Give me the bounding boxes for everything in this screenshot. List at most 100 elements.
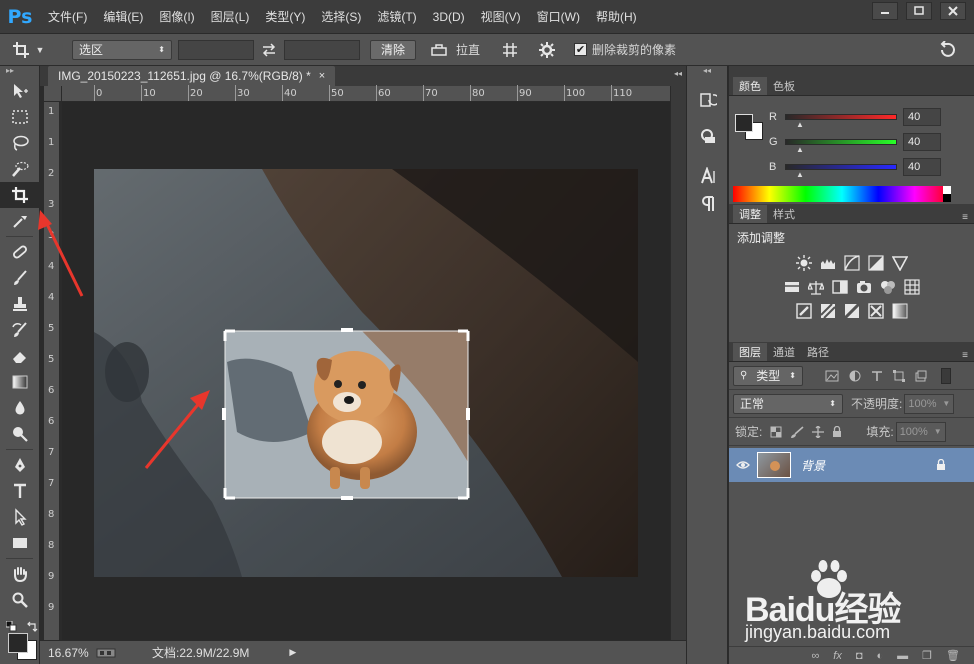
tool-preset-picker[interactable]: ▼	[0, 41, 56, 59]
menu-item[interactable]: 文件(F)	[40, 0, 95, 34]
tab-channels[interactable]: 通道	[767, 343, 801, 361]
green-value[interactable]: 40	[903, 132, 941, 151]
collapse-toolbar-icon[interactable]: ▸▸	[0, 66, 39, 78]
new-group-icon[interactable]: ▬	[897, 650, 908, 662]
tab-layers[interactable]: 图层	[733, 343, 767, 361]
blue-value[interactable]: 40	[903, 157, 941, 176]
shape-filter-icon[interactable]	[893, 369, 905, 382]
selective-color-icon[interactable]	[867, 302, 885, 320]
foreground-color-swatch[interactable]	[8, 633, 28, 653]
tab-close-icon[interactable]: ×	[319, 70, 325, 82]
quick-selection-tool[interactable]	[0, 156, 40, 182]
tab-styles[interactable]: 样式	[767, 205, 801, 223]
lasso-tool[interactable]	[0, 130, 40, 156]
lock-all-icon[interactable]	[832, 425, 842, 438]
tab-swatches[interactable]: 色板	[767, 77, 801, 95]
gradient-tool[interactable]	[0, 369, 40, 395]
exposure-icon[interactable]	[867, 254, 885, 272]
green-slider[interactable]: ▲	[785, 138, 897, 154]
status-info-icon[interactable]	[96, 647, 116, 659]
swap-colors-icon[interactable]	[26, 621, 38, 633]
history-panel-button[interactable]	[687, 86, 729, 114]
lock-transparency-icon[interactable]	[770, 426, 782, 438]
color-balance-icon[interactable]	[807, 278, 825, 296]
link-layers-icon[interactable]: ∞	[811, 650, 819, 662]
layer-filter-select[interactable]: ⚲ 类型 ⬍	[733, 365, 803, 386]
menu-item[interactable]: 选择(S)	[313, 0, 369, 34]
mask-icon[interactable]: ◘	[856, 650, 863, 662]
curves-icon[interactable]	[843, 254, 861, 272]
character-panel-button[interactable]	[687, 162, 729, 190]
properties-panel-button[interactable]	[687, 122, 729, 150]
blue-slider-row[interactable]: B ▲ 40	[729, 154, 974, 179]
posterize-icon[interactable]	[819, 302, 837, 320]
lock-position-icon[interactable]	[812, 425, 825, 438]
overlay-options-button[interactable]	[490, 42, 530, 58]
menu-item[interactable]: 类型(Y)	[257, 0, 313, 34]
menu-item[interactable]: 图像(I)	[151, 0, 202, 34]
swap-dimensions-button[interactable]	[254, 42, 284, 57]
menu-item[interactable]: 帮助(H)	[588, 0, 645, 34]
crop-height-field[interactable]	[284, 39, 360, 60]
menu-item[interactable]: 编辑(E)	[95, 0, 151, 34]
crop-ratio-select[interactable]: 选区 ⬍	[72, 39, 172, 60]
new-layer-icon[interactable]: ❐	[922, 649, 932, 662]
status-menu-arrow-icon[interactable]: ▶	[289, 647, 296, 658]
gradient-map-icon[interactable]	[891, 302, 909, 320]
minimize-button[interactable]	[872, 2, 898, 20]
fill-field[interactable]: 100% ▼	[895, 421, 946, 442]
document-canvas[interactable]	[62, 102, 670, 640]
red-slider[interactable]: ▲	[785, 113, 897, 129]
adjust-panel-menu-icon[interactable]: ≡	[962, 212, 968, 223]
black-white-icon[interactable]	[831, 278, 849, 296]
zoom-tool[interactable]	[0, 587, 40, 613]
color-spectrum-bar[interactable]	[733, 186, 951, 202]
history-brush-tool[interactable]	[0, 317, 40, 343]
opacity-dropdown-icon[interactable]: ▼	[942, 399, 950, 408]
path-selection-tool[interactable]	[0, 504, 40, 530]
filter-toggle[interactable]	[941, 367, 951, 384]
menu-item[interactable]: 滤镜(T)	[369, 0, 424, 34]
tab-color[interactable]: 颜色	[733, 77, 767, 95]
close-button[interactable]	[940, 2, 966, 20]
eraser-tool[interactable]	[0, 343, 40, 369]
opacity-field[interactable]: 100% ▼	[904, 393, 955, 414]
blur-tool[interactable]	[0, 395, 40, 421]
smart-object-filter-icon[interactable]	[915, 370, 927, 382]
layer-row-background[interactable]: 背景	[729, 448, 974, 482]
document-tab[interactable]: IMG_20150223_112651.jpg @ 16.7%(RGB/8) *…	[48, 66, 336, 86]
dodge-tool[interactable]	[0, 421, 40, 447]
type-filter-icon[interactable]	[871, 370, 883, 382]
pen-tool[interactable]	[0, 452, 40, 478]
layer-name[interactable]: 背景	[801, 457, 825, 474]
layers-panel-menu-icon[interactable]: ≡	[962, 350, 968, 361]
tab-adjustments[interactable]: 调整	[733, 205, 767, 223]
rectangle-tool[interactable]	[0, 530, 40, 556]
blue-slider[interactable]: ▲	[785, 163, 897, 179]
default-colors-icon[interactable]	[6, 621, 18, 633]
hue-saturation-icon[interactable]	[783, 278, 801, 296]
red-slider-row[interactable]: R ▲ 40	[729, 104, 974, 129]
brightness-contrast-icon[interactable]	[795, 254, 813, 272]
horizontal-ruler[interactable]: 0 10 20 30 40 50 60 70 80 90 100 110	[62, 85, 670, 102]
menu-item[interactable]: 窗口(W)	[529, 0, 588, 34]
trash-icon[interactable]: 🗑	[946, 649, 960, 662]
channel-mixer-icon[interactable]	[879, 278, 897, 296]
crop-width-field[interactable]	[178, 39, 254, 60]
collapse-panels-icon[interactable]: ◂◂	[674, 69, 682, 78]
fx-icon[interactable]: fx	[833, 650, 842, 662]
vibrance-icon[interactable]	[891, 254, 909, 272]
color-lookup-icon[interactable]	[903, 278, 921, 296]
green-slider-row[interactable]: G ▲ 40	[729, 129, 974, 154]
tab-paths[interactable]: 路径	[801, 343, 835, 361]
maximize-button[interactable]	[906, 2, 932, 20]
lock-pixels-icon[interactable]	[790, 425, 804, 438]
crop-box[interactable]	[222, 328, 470, 500]
invert-icon[interactable]	[795, 302, 813, 320]
levels-icon[interactable]	[819, 254, 837, 272]
adjustment-filter-icon[interactable]	[849, 370, 861, 382]
threshold-icon[interactable]	[843, 302, 861, 320]
menu-item[interactable]: 图层(L)	[203, 0, 258, 34]
marquee-tool[interactable]	[0, 104, 40, 130]
delete-cropped-checkbox-row[interactable]: ✔ 删除裁剪的像素	[574, 41, 676, 58]
